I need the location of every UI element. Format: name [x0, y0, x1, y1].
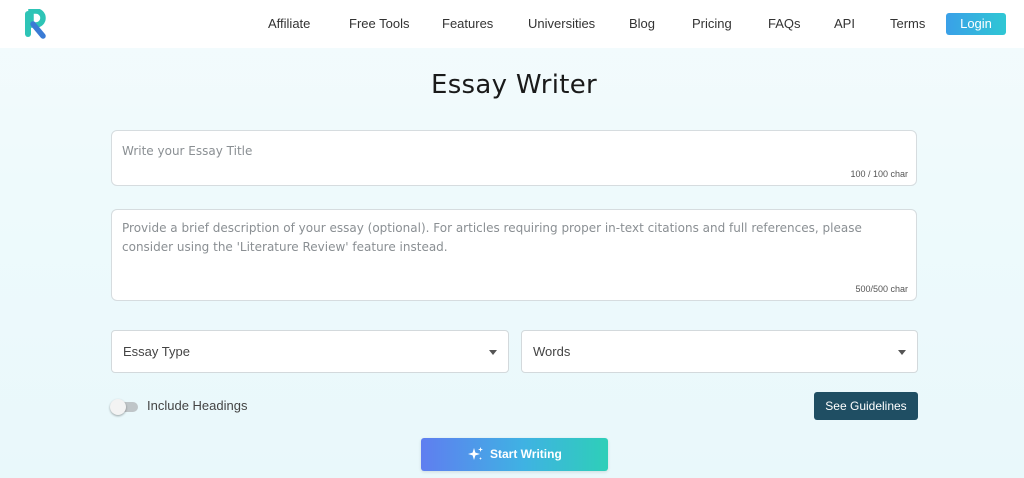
essay-type-label: Essay Type	[123, 344, 190, 359]
login-button[interactable]: Login	[946, 13, 1006, 35]
top-header: Affiliate Free Tools Features Universiti…	[0, 0, 1024, 48]
see-guidelines-button[interactable]: See Guidelines	[814, 392, 918, 420]
include-headings-toggle[interactable]	[110, 399, 138, 415]
essay-type-select[interactable]: Essay Type	[111, 330, 509, 373]
essay-description-input[interactable]	[122, 219, 902, 279]
words-select[interactable]: Words	[521, 330, 918, 373]
essay-title-field: 100 / 100 char	[111, 130, 917, 186]
description-char-count: 500/500 char	[855, 284, 908, 294]
nav-terms[interactable]: Terms	[890, 16, 925, 32]
chevron-down-icon	[898, 350, 906, 355]
page-title: Essay Writer	[430, 70, 598, 100]
nav-universities[interactable]: Universities	[528, 16, 595, 32]
nav-api[interactable]: API	[834, 16, 855, 32]
nav-faqs[interactable]: FAQs	[768, 16, 801, 32]
words-label: Words	[533, 344, 571, 359]
nav-free-tools[interactable]: Free Tools	[349, 16, 409, 32]
sparkle-icon	[467, 446, 484, 463]
include-headings-label: Include Headings	[147, 398, 248, 413]
nav-blog[interactable]: Blog	[629, 16, 655, 32]
nav-affiliate[interactable]: Affiliate	[268, 16, 310, 32]
chevron-down-icon	[489, 350, 497, 355]
start-writing-label: Start Writing	[490, 447, 562, 461]
title-char-count: 100 / 100 char	[850, 169, 908, 179]
toggle-knob	[110, 399, 126, 415]
nav-features[interactable]: Features	[442, 16, 493, 32]
brand-logo-icon[interactable]	[22, 8, 48, 39]
nav-pricing[interactable]: Pricing	[692, 16, 732, 32]
start-writing-button[interactable]: Start Writing	[421, 438, 608, 471]
essay-title-input[interactable]	[122, 141, 902, 161]
essay-description-field: 500/500 char	[111, 209, 917, 301]
